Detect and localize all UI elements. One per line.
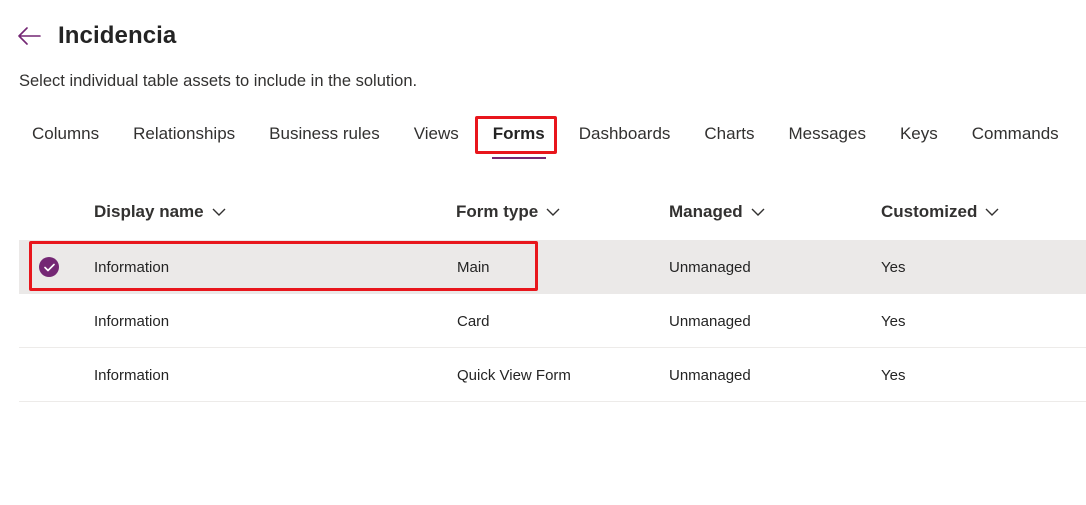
column-header-display-name[interactable]: Display name <box>94 202 226 222</box>
chevron-down-icon <box>212 208 226 216</box>
tab-label: Messages <box>788 124 866 143</box>
tab-commands[interactable]: Commands <box>955 117 1076 151</box>
tab-business-rules[interactable]: Business rules <box>252 117 397 151</box>
tab-messages[interactable]: Messages <box>771 117 882 151</box>
cell-managed: Unmanaged <box>669 258 751 276</box>
column-header-label: Form type <box>456 202 539 221</box>
chevron-down-icon <box>751 208 765 216</box>
tab-dashboards[interactable]: Dashboards <box>562 117 688 151</box>
tab-label: Relationships <box>133 124 236 143</box>
table-header: Display name Form type Managed Customize… <box>19 186 1086 240</box>
cell-form-type: Quick View Form <box>457 366 571 384</box>
tab-label: Commands <box>971 124 1059 143</box>
tab-views[interactable]: Views <box>397 117 476 151</box>
column-header-label: Display name <box>94 202 204 221</box>
cell-display-name: Information <box>94 258 170 276</box>
tab-columns[interactable]: Columns <box>15 117 116 151</box>
tab-list: Columns Relationships Business rules Vie… <box>15 117 1076 161</box>
cell-display-name: Information <box>94 366 170 384</box>
tab-keys[interactable]: Keys <box>883 117 955 151</box>
page: Incidencia Select individual table asset… <box>0 0 1086 505</box>
page-header: Incidencia <box>16 20 176 52</box>
cell-customized: Yes <box>881 366 906 384</box>
cell-managed: Unmanaged <box>669 366 751 384</box>
tab-relationships[interactable]: Relationships <box>116 117 252 151</box>
tab-label: Columns <box>32 124 100 143</box>
table-row[interactable]: Information Quick View Form Unmanaged Ye… <box>19 348 1086 402</box>
forms-table: Display name Form type Managed Customize… <box>19 186 1086 402</box>
cell-form-type: Card <box>457 312 490 330</box>
cell-form-type: Main <box>457 258 490 276</box>
tab-label: Views <box>413 124 459 143</box>
tab-charts[interactable]: Charts <box>687 117 771 151</box>
tab-selected-indicator <box>491 157 546 159</box>
arrow-left-icon <box>18 27 41 45</box>
chevron-down-icon <box>546 208 560 216</box>
column-header-label: Customized <box>881 202 978 221</box>
column-header-customized[interactable]: Customized <box>881 202 999 222</box>
tab-label: Business rules <box>269 124 380 143</box>
page-subtitle: Select individual table assets to includ… <box>19 72 418 90</box>
cell-customized: Yes <box>881 258 906 276</box>
column-header-managed[interactable]: Managed <box>669 202 765 222</box>
tab-forms[interactable]: Forms <box>476 117 562 159</box>
page-title: Incidencia <box>58 22 177 49</box>
table-row[interactable]: Information Main Unmanaged Yes <box>19 240 1086 294</box>
tab-label: Dashboards <box>578 124 671 143</box>
tab-label: Charts <box>704 124 755 143</box>
chevron-down-icon <box>985 208 999 216</box>
table-row[interactable]: Information Card Unmanaged Yes <box>19 294 1086 348</box>
back-button[interactable] <box>16 23 42 49</box>
tab-label: Forms <box>492 124 545 143</box>
column-header-form-type[interactable]: Form type <box>456 202 560 222</box>
column-header-label: Managed <box>669 202 743 221</box>
cell-customized: Yes <box>881 312 906 330</box>
cell-managed: Unmanaged <box>669 312 751 330</box>
checkmark-circle-icon[interactable] <box>39 257 59 277</box>
tab-label: Keys <box>899 124 938 143</box>
cell-display-name: Information <box>94 312 170 330</box>
